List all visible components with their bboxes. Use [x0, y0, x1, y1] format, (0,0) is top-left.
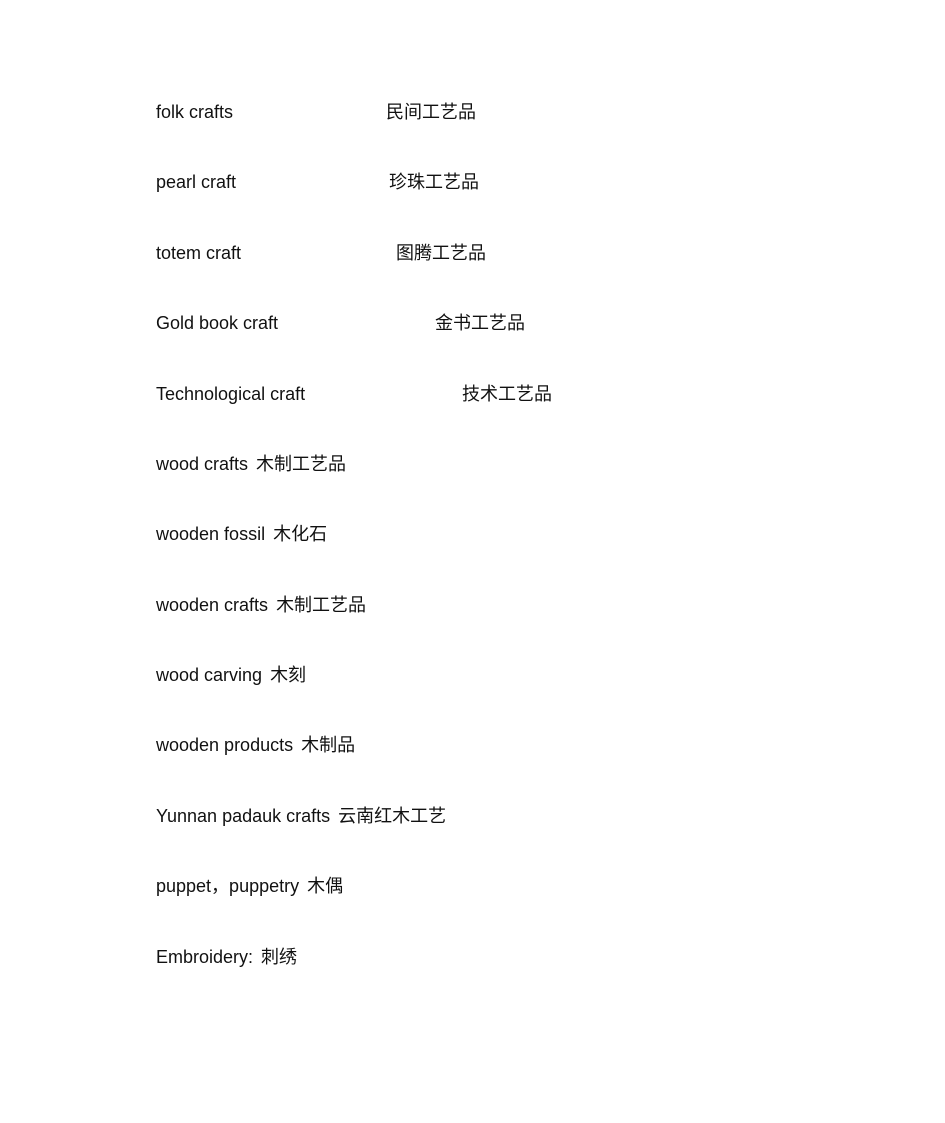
chinese-term: 珍珠工艺品: [389, 172, 479, 192]
chinese-term: 木偶: [307, 876, 344, 896]
english-term: Yunnan padauk crafts: [156, 806, 331, 826]
term-entry: pearl craft 珍珠工艺品: [156, 171, 479, 193]
english-term: totem craft: [156, 243, 242, 263]
term-entry: totem craft 图腾工艺品: [156, 242, 486, 264]
chinese-term: 金书工艺品: [435, 313, 525, 333]
english-term: Embroidery:: [156, 947, 254, 967]
chinese-term: 木制工艺品: [276, 595, 367, 615]
chinese-term: 民间工艺品: [386, 102, 476, 122]
term-entry: puppet，puppetry 木偶: [156, 875, 343, 897]
term-entry: wood crafts 木制工艺品: [156, 453, 346, 475]
chinese-term: 技术工艺品: [462, 384, 552, 404]
chinese-term: 刺绣: [261, 947, 298, 967]
english-term: Gold book craft: [156, 313, 279, 333]
english-term: wood crafts: [156, 454, 249, 474]
chinese-term: 木制工艺品: [256, 454, 347, 474]
english-term: wood carving: [156, 665, 263, 685]
english-term: wooden crafts: [156, 595, 269, 615]
chinese-term: 图腾工艺品: [396, 243, 486, 263]
chinese-term: 木刻: [270, 665, 307, 685]
english-term: puppet，puppetry: [156, 876, 300, 896]
term-entry: wooden products 木制品: [156, 734, 355, 756]
term-entry: wooden fossil 木化石: [156, 523, 327, 545]
term-entry: wood carving 木刻: [156, 664, 306, 686]
term-entry: Technological craft 技术工艺品: [156, 383, 552, 405]
chinese-term: 木化石: [273, 524, 328, 544]
term-entry: Gold book craft 金书工艺品: [156, 312, 525, 334]
term-entry: Embroidery: 刺绣: [156, 946, 297, 968]
english-term: pearl craft: [156, 172, 237, 192]
term-entry: wooden crafts 木制工艺品: [156, 594, 366, 616]
chinese-term: 云南红木工艺: [338, 806, 447, 826]
english-term: wooden fossil: [156, 524, 266, 544]
term-entry: Yunnan padauk crafts 云南红木工艺: [156, 805, 446, 827]
term-entry: folk crafts 民间工艺品: [156, 101, 476, 123]
chinese-term: 木制品: [301, 735, 356, 755]
english-term: Technological craft: [156, 384, 306, 404]
english-term: wooden products: [156, 735, 294, 755]
english-term: folk crafts: [156, 102, 234, 122]
